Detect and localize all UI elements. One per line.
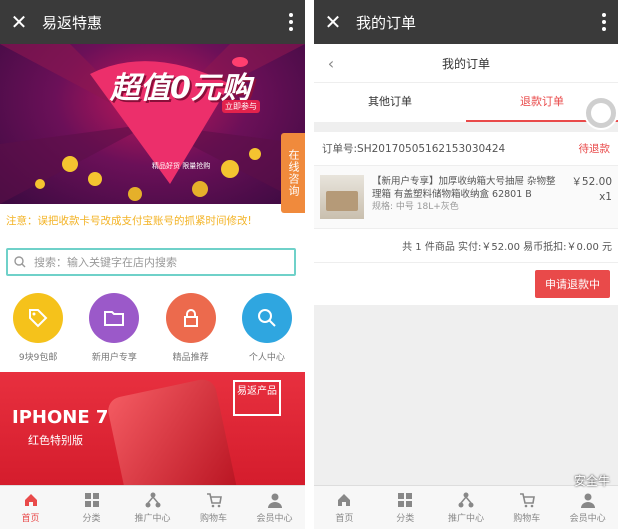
divider xyxy=(314,122,618,132)
grid-icon xyxy=(375,492,436,508)
orders-screen: ✕ 我的订单 ‹ 我的订单 其他订单 退款订单 订单号:SH2017050516… xyxy=(314,0,618,529)
bottom-tab-bar: 首页 分类 推广中心 购物车 会员中心 xyxy=(0,485,305,529)
product-price: ￥52.00 xyxy=(571,176,612,188)
refund-status-button[interactable]: 申请退款中 xyxy=(535,270,610,298)
back-icon[interactable]: ‹ xyxy=(314,54,348,73)
order-header: 订单号:SH20170505162153030424 待退款 xyxy=(314,132,618,166)
network-icon xyxy=(122,492,183,508)
category-label: 精品推荐 xyxy=(172,353,209,363)
tab-member[interactable]: 会员中心 xyxy=(244,486,305,529)
title-bar: ✕ 我的订单 xyxy=(314,0,618,44)
promo-banner[interactable]: 超值0元购 立即参与 精品好货 限量抢购 xyxy=(0,44,305,204)
close-icon[interactable]: ✕ xyxy=(314,10,352,34)
product-info: 【新用户专享】加厚收纳箱大号抽屉 杂物整理箱 有盖塑料储物箱收纳盒 62801 … xyxy=(372,175,564,219)
folder-icon xyxy=(89,293,140,343)
tab-label: 会员中心 xyxy=(569,514,606,524)
order-actions: 申请退款中 xyxy=(314,263,618,305)
user-icon xyxy=(244,492,305,508)
tab-cart[interactable]: 购物车 xyxy=(496,486,557,529)
tab-label: 分类 xyxy=(82,514,101,524)
product-qty: x1 xyxy=(599,191,612,203)
category-label: 个人中心 xyxy=(248,353,285,363)
home-icon xyxy=(314,492,375,508)
tab-promotion[interactable]: 推广中心 xyxy=(436,486,497,529)
cart-icon xyxy=(496,492,557,508)
watermark: 安全牛 xyxy=(573,474,610,488)
tab-other-orders[interactable]: 其他订单 xyxy=(314,83,466,122)
tab-member[interactable]: 会员中心 xyxy=(557,486,618,529)
lock-icon xyxy=(165,293,216,343)
tab-label: 分类 xyxy=(396,514,415,524)
order-summary: 共 1 件商品 实付:￥52.00 易币抵扣:￥0.00 元 xyxy=(314,229,618,263)
order-number: 订单号:SH20170505162153030424 xyxy=(322,141,505,156)
tab-label: 首页 xyxy=(21,514,40,524)
user-icon xyxy=(557,492,618,508)
search-icon xyxy=(241,293,292,343)
tag-icon xyxy=(13,293,64,343)
category-item[interactable]: 个人中心 xyxy=(232,293,302,363)
grid-icon xyxy=(61,492,122,508)
more-icon[interactable] xyxy=(590,13,618,31)
tab-home[interactable]: 首页 xyxy=(314,486,375,529)
cart-icon xyxy=(183,492,244,508)
promo-title: IPHONE 7 xyxy=(12,407,109,428)
composite-screenshot: ✕ 易返特惠 超值0元购 立即参与 精品好货 限量抢购 在线咨询 注意：误把收款… xyxy=(0,0,618,529)
order-number-value: SH20170505162153030424 xyxy=(357,143,506,155)
home-icon xyxy=(0,492,61,508)
banner-rays xyxy=(0,44,305,204)
promo-subtitle: 红色特别版 xyxy=(28,434,83,447)
tab-label: 会员中心 xyxy=(256,514,293,524)
iphone-promo-banner[interactable]: IPHONE 7 红色特别版 易返产品 xyxy=(0,372,305,488)
notice-text: 注意：误把收款卡号改成支付宝账号的抓紧时间修改! xyxy=(6,215,252,227)
more-icon[interactable] xyxy=(277,13,305,31)
close-icon[interactable]: ✕ xyxy=(0,10,38,34)
tab-cart[interactable]: 购物车 xyxy=(183,486,244,529)
tab-promotion[interactable]: 推广中心 xyxy=(122,486,183,529)
order-item[interactable]: 【新用户专享】加厚收纳箱大号抽屉 杂物整理箱 有盖塑料储物箱收纳盒 62801 … xyxy=(314,166,618,229)
search-placeholder: 搜索：输入关键字在店内搜索 xyxy=(34,256,177,269)
page-title: 易返特惠 xyxy=(42,13,103,32)
shop-screen: ✕ 易返特惠 超值0元购 立即参与 精品好货 限量抢购 在线咨询 注意：误把收款… xyxy=(0,0,305,529)
category-item[interactable]: 精品推荐 xyxy=(156,293,226,363)
category-item[interactable]: 9块9包邮 xyxy=(3,293,73,363)
order-status: 待退款 xyxy=(578,143,611,155)
category-label: 新用户专享 xyxy=(91,353,137,363)
tab-category[interactable]: 分类 xyxy=(61,486,122,529)
order-card: 订单号:SH20170505162153030424 待退款 【新用户专享】加厚… xyxy=(314,132,618,305)
brand-badge: 易返产品 xyxy=(233,380,281,416)
search-input[interactable]: 搜索：输入关键字在店内搜索 xyxy=(6,248,296,276)
phone-image xyxy=(105,376,241,488)
price-qty: ￥52.00 x1 xyxy=(564,175,612,219)
product-thumbnail xyxy=(320,175,364,219)
sub-header: ‹ 我的订单 xyxy=(314,44,618,82)
search-icon xyxy=(14,256,26,268)
product-name: 【新用户专享】加厚收纳箱大号抽屉 杂物整理箱 有盖塑料储物箱收纳盒 62801 … xyxy=(372,176,556,200)
order-number-label: 订单号: xyxy=(322,143,358,155)
category-item[interactable]: 新用户专享 xyxy=(79,293,149,363)
floating-home-button[interactable] xyxy=(584,96,618,130)
tab-label: 推广中心 xyxy=(134,514,171,524)
tab-label: 推广中心 xyxy=(447,514,484,524)
bottom-tab-bar: 首页 分类 推广中心 购物车 会员中心 xyxy=(314,485,618,529)
page-title: 我的订单 xyxy=(356,13,417,32)
banner-subtext: 精品好货 限量抢购 xyxy=(152,162,211,170)
tab-category[interactable]: 分类 xyxy=(375,486,436,529)
tab-label: 购物车 xyxy=(513,514,541,524)
sub-title: 我的订单 xyxy=(441,56,490,71)
banner-tag: 立即参与 xyxy=(222,100,260,113)
tab-home[interactable]: 首页 xyxy=(0,486,61,529)
online-consult-tab[interactable]: 在线咨询 xyxy=(281,133,305,213)
category-row: 9块9包邮 新用户专享 精品推荐 个人中心 xyxy=(0,293,305,363)
title-bar: ✕ 易返特惠 xyxy=(0,0,305,44)
tab-label: 首页 xyxy=(335,514,354,524)
product-spec: 规格: 中号 18L+灰色 xyxy=(372,202,459,212)
order-tabs: 其他订单 退款订单 xyxy=(314,82,618,122)
tab-label: 购物车 xyxy=(199,514,227,524)
network-icon xyxy=(436,492,497,508)
empty-area xyxy=(314,305,618,485)
category-label: 9块9包邮 xyxy=(18,353,58,363)
order-summary-text: 共 1 件商品 实付:￥52.00 易币抵扣:￥0.00 元 xyxy=(402,242,612,253)
